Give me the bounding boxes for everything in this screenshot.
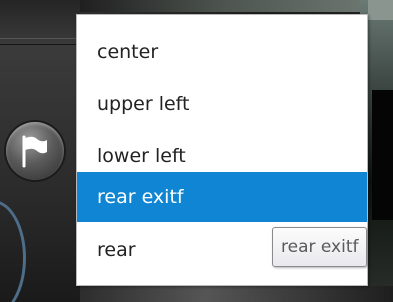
- scene-bottom-strip: [80, 286, 393, 302]
- scene-right-shadow: [372, 90, 393, 220]
- toolbar-background: [0, 0, 80, 45]
- menu-item-upper-left[interactable]: upper left: [77, 78, 367, 130]
- map-viewer: center upper left lower left rear exitf …: [0, 0, 393, 302]
- flag-button[interactable]: [6, 122, 64, 180]
- tooltip: rear exitf: [272, 227, 368, 267]
- menu-item-center[interactable]: center: [77, 26, 367, 78]
- scene-top-strip: [80, 0, 370, 12]
- menu-item-rear-exitf[interactable]: rear exitf: [77, 172, 367, 222]
- scene-right-top: [368, 0, 393, 20]
